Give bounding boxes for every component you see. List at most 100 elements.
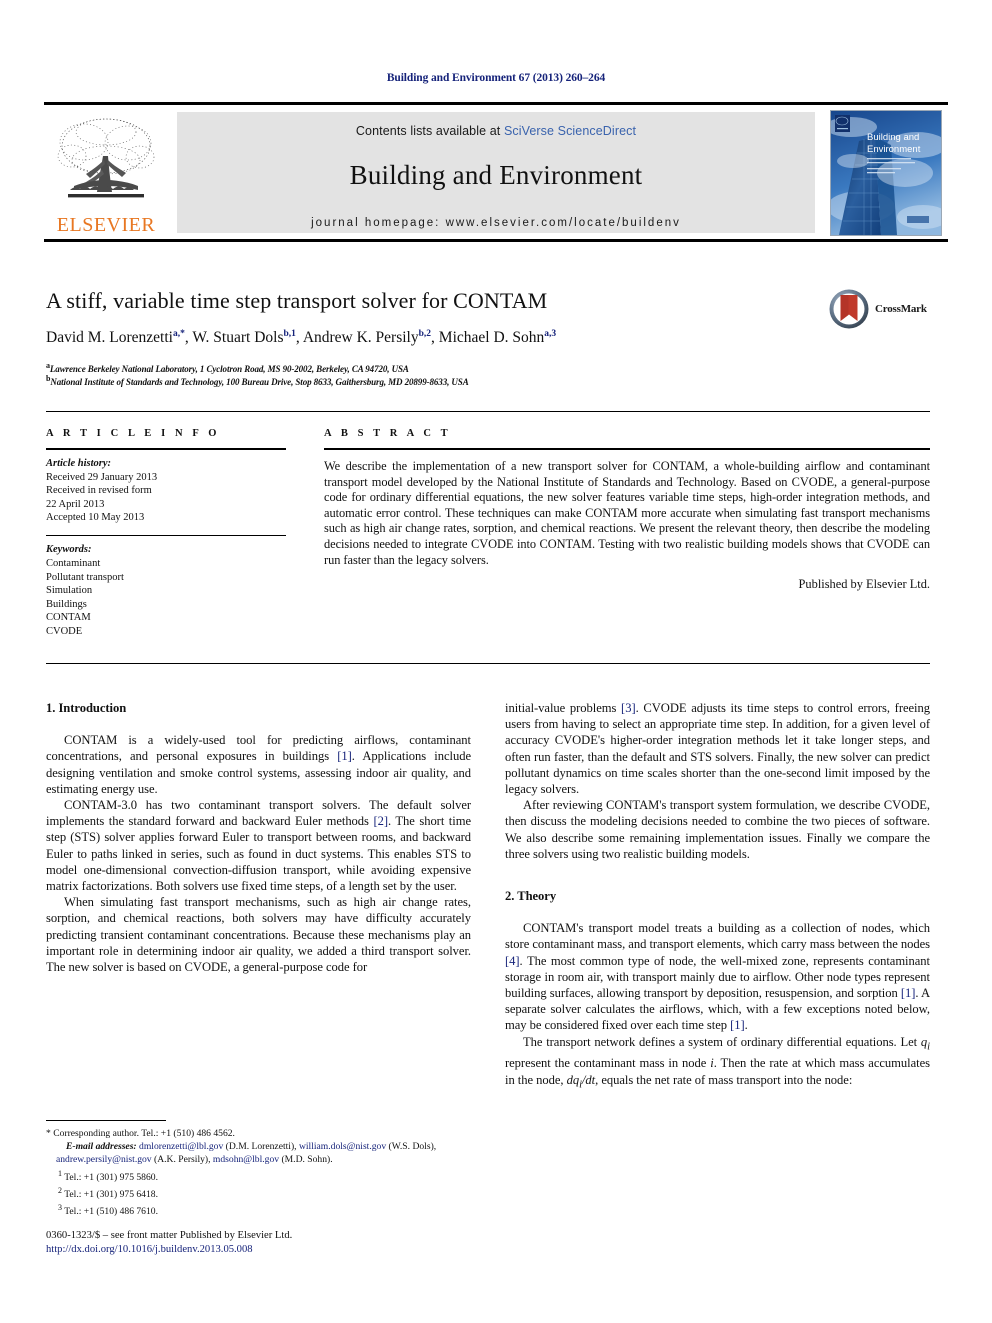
citation-ref[interactable]: [1]: [730, 1018, 745, 1032]
author-name: Andrew K. Persily: [302, 329, 419, 347]
paragraph: The transport network defines a system o…: [505, 1034, 930, 1094]
footnote-emails: E-mail addresses: dmlorenzetti@lbl.gov (…: [46, 1140, 471, 1166]
author-list: David M. Lorenzettia,*, W. Stuart Dolsb,…: [46, 329, 557, 347]
affiliation-a: aLawrence Berkeley National Laboratory, …: [46, 361, 846, 374]
section-heading-theory: 2. Theory: [505, 889, 557, 904]
cover-title-line2: Environment: [867, 144, 921, 155]
author-name: David M. Lorenzetti: [46, 329, 173, 347]
author-name: W. Stuart Dols: [192, 329, 284, 347]
crossmark-badge[interactable]: CrossMark: [828, 285, 940, 333]
keyword-item: CONTAM: [46, 612, 91, 624]
math-subscript: i: [927, 1041, 930, 1053]
citation-ref[interactable]: [2]: [373, 814, 388, 828]
history-item: Accepted 10 May 2013: [46, 512, 145, 524]
cover-artwork: Building and Environment: [831, 111, 941, 235]
paragraph: After reviewing CONTAM's transport syste…: [505, 798, 930, 861]
contents-prefix: Contents lists available at: [355, 124, 504, 138]
info-block-top-rule: [46, 411, 930, 412]
math-variable: /dt: [581, 1072, 596, 1087]
abstract-column: A B S T R A C T We describe the implemen…: [324, 428, 930, 592]
footnote-rule: [46, 1120, 166, 1121]
abstract-heading: A B S T R A C T: [324, 428, 452, 439]
sciencedirect-link[interactable]: SciVerse ScienceDirect: [504, 124, 636, 138]
journal-title: Building and Environment: [349, 160, 643, 190]
front-matter-line: 0360-1323/$ – see front matter Published…: [46, 1230, 293, 1241]
footnote-tel-3: 3 Tel.: +1 (510) 486 7610.: [46, 1201, 471, 1218]
paragraph: CONTAM is a widely-used tool for predict…: [46, 732, 471, 797]
crossmark-icon: [829, 289, 869, 329]
footnote-marker: 2: [58, 1186, 62, 1195]
journal-homepage-link[interactable]: journal homepage: www.elsevier.com/locat…: [177, 217, 815, 229]
contents-available-line: Contents lists available at SciVerse Sci…: [177, 112, 815, 138]
citation-ref[interactable]: [1]: [901, 986, 916, 1000]
footnote-marker: 3: [58, 1203, 62, 1213]
history-item: Received in revised form: [46, 485, 152, 497]
email-owner: (M.D. Sohn).: [279, 1154, 333, 1166]
author-mark[interactable]: a,*: [173, 329, 185, 339]
keyword-item: Buildings: [46, 598, 87, 610]
article-info-heading: A R T I C L E I N F O: [46, 428, 221, 439]
keyword-item: Contaminant: [46, 558, 101, 570]
abstract-rule: [324, 448, 930, 450]
paragraph-text: . CVODE adjusts its time steps to contro…: [505, 701, 930, 797]
keyword-item: Pollutant transport: [46, 571, 124, 583]
paragraph-text: The transport network defines a system o…: [523, 1034, 921, 1049]
running-head: Building and Environment 67 (2013) 260–2…: [386, 72, 606, 84]
keywords-list: Keywords: Contaminant Pollutant transpor…: [46, 543, 286, 638]
citation-ref[interactable]: [4]: [505, 954, 520, 968]
paragraph-text: represent the contaminant mass in node: [505, 1056, 711, 1071]
article-history: Article history: Received 29 January 201…: [46, 457, 286, 525]
body-column-left: 1. Introduction CONTAM is a widely-used …: [46, 700, 471, 975]
keyword-item: Simulation: [46, 585, 93, 597]
paragraph-text: initial-value problems: [505, 701, 622, 715]
author-mark[interactable]: b,2: [419, 329, 431, 339]
footnote-tel-1: 1 Tel.: +1 (301) 975 5860.: [46, 1167, 471, 1184]
affiliation-b-text: National Institute of Standards and Tech…: [50, 377, 469, 387]
paragraph: CONTAM's transport model treats a buildi…: [505, 920, 930, 1033]
math-variable: dq: [566, 1072, 580, 1087]
footnote-tel-text: Tel.: +1 (301) 975 5860.: [64, 1171, 158, 1183]
author-mark[interactable]: b,1: [283, 329, 295, 339]
article-info-rule: [46, 448, 286, 450]
paper-page: Building and Environment 67 (2013) 260–2…: [0, 0, 992, 1323]
author-name: Michael D. Sohn: [438, 329, 545, 347]
paragraph: CONTAM-3.0 has two contaminant transport…: [46, 797, 471, 894]
article-history-label: Article history:: [46, 458, 112, 469]
email-link[interactable]: william.dols@nist.gov: [299, 1141, 386, 1152]
email-link[interactable]: dmlorenzetti@lbl.gov: [139, 1141, 223, 1152]
paragraph-text: . The most common type of node, the well…: [505, 953, 930, 1001]
footnote-tel-text: Tel.: +1 (510) 486 7610.: [64, 1206, 158, 1218]
citation-ref[interactable]: [3]: [621, 701, 636, 715]
email-link[interactable]: mdsohn@lbl.gov: [213, 1154, 279, 1165]
footnote-marker: 1: [58, 1168, 62, 1178]
crossmark-label: CrossMark: [875, 303, 927, 315]
keyword-item: CVODE: [46, 626, 83, 638]
page-title: A stiff, variable time step transport so…: [46, 288, 548, 313]
cover-title-line1: Building and: [867, 132, 919, 143]
keywords-label: Keywords:: [46, 544, 92, 556]
footnote-corresponding-author: * Corresponding author. Tel.: +1 (510) 4…: [46, 1128, 235, 1139]
section-heading-introduction: 1. Introduction: [46, 701, 127, 715]
footnote-area: * Corresponding author. Tel.: +1 (510) 4…: [46, 1120, 471, 1219]
email-addresses-label: E-mail addresses:: [66, 1141, 137, 1153]
paragraph-text: , equals the net rate of mass transport …: [595, 1072, 853, 1087]
abstract-text: We describe the implementation of a new …: [324, 459, 930, 567]
author-mark[interactable]: a,3: [544, 329, 556, 339]
paragraph: initial-value problems [3]. CVODE adjust…: [505, 700, 930, 797]
citation-ref[interactable]: [1]: [337, 749, 352, 763]
doi-link[interactable]: http://dx.doi.org/10.1016/j.buildenv.201…: [46, 1243, 486, 1257]
email-owner: (A.K. Persily),: [151, 1154, 213, 1166]
journal-cover-thumbnail[interactable]: Building and Environment: [830, 110, 942, 236]
journal-band: Contents lists available at SciVerse Sci…: [177, 112, 815, 233]
history-item: Received 29 January 2013: [46, 471, 158, 483]
affiliation-a-text: Lawrence Berkeley National Laboratory, 1…: [49, 364, 409, 374]
keywords-rule: [46, 534, 286, 537]
footnote-tel-2: 2 Tel.: +1 (301) 975 6418.: [46, 1184, 471, 1201]
abstract-publisher-line: Published by Elsevier Ltd.: [798, 577, 930, 592]
email-link[interactable]: andrew.persily@nist.gov: [56, 1154, 152, 1165]
history-item: 22 April 2013: [46, 498, 105, 510]
cover-elsevier-mark: [835, 115, 850, 132]
body-column-right: initial-value problems [3]. CVODE adjust…: [505, 700, 930, 1093]
email-owner: (W.S. Dols),: [386, 1141, 437, 1153]
copyright-block: 0360-1323/$ – see front matter Published…: [46, 1229, 486, 1257]
